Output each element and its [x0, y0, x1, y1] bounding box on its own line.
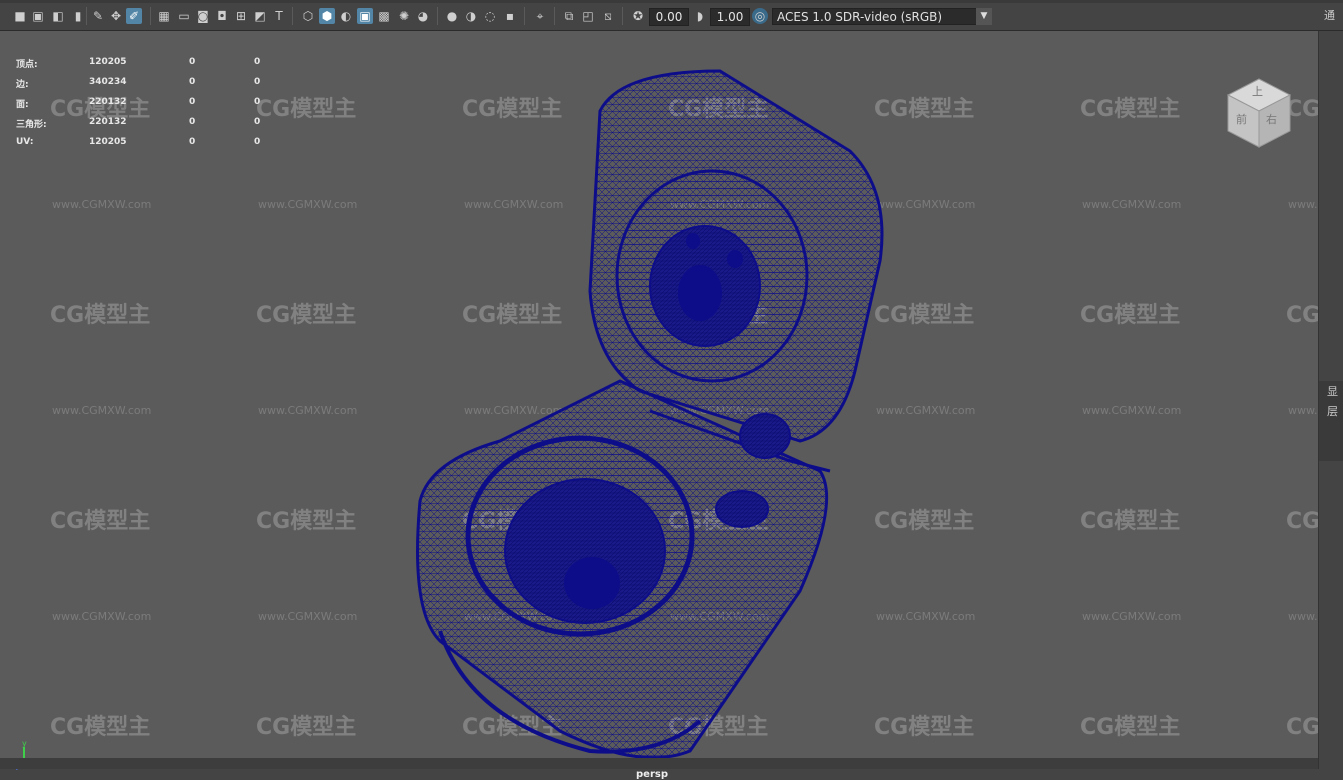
- hud-value: 0: [254, 57, 261, 67]
- separator: [86, 7, 87, 25]
- active-pen-icon[interactable]: ✐: [126, 8, 142, 24]
- xray-active2-icon[interactable]: ⧅: [600, 8, 616, 24]
- view-cube-top-label: 上: [1252, 85, 1263, 98]
- view-cube-front-label: 前: [1236, 113, 1247, 126]
- hud-value: 0: [254, 117, 261, 127]
- separator: [622, 7, 623, 25]
- panel-text-display[interactable]: 显: [1327, 383, 1338, 399]
- hud-value: 0: [254, 137, 261, 147]
- hud-label: 面:: [16, 100, 29, 110]
- xray-icon[interactable]: ▣: [357, 8, 373, 24]
- field-chart-icon[interactable]: ⊞: [233, 8, 249, 24]
- bottom-strip: [0, 758, 1318, 769]
- shadow-icon[interactable]: ◕: [415, 8, 431, 24]
- hud-value: 340234: [89, 77, 127, 87]
- view-cube-right-label: 右: [1266, 113, 1277, 126]
- hud-value: 120205: [89, 57, 127, 67]
- pen-icon[interactable]: ✎: [90, 8, 106, 24]
- motion-blur-icon[interactable]: ◑: [463, 8, 479, 24]
- wireframe-cube-icon[interactable]: ⬡: [300, 8, 316, 24]
- move-icon[interactable]: ✥: [108, 8, 124, 24]
- rice-cooker-wireframe: [416, 69, 884, 758]
- film-gate-icon[interactable]: ▭: [176, 8, 192, 24]
- hud-value: 0: [189, 137, 196, 147]
- hud-value: 220132: [89, 117, 127, 127]
- gamma-field[interactable]: 1.00: [710, 8, 750, 26]
- aa-icon[interactable]: ◌: [482, 8, 498, 24]
- xray-active-icon[interactable]: ◰: [580, 8, 596, 24]
- separator: [150, 7, 151, 25]
- shaded-cube-icon[interactable]: ⬢: [319, 8, 335, 24]
- hud-value: 220132: [89, 97, 127, 107]
- dof-icon[interactable]: ▪: [502, 8, 518, 24]
- exposure-icon[interactable]: ✪: [630, 8, 646, 24]
- hud-value: 0: [189, 97, 196, 107]
- camera-icon[interactable]: ■: [12, 8, 28, 24]
- gate-mask-icon[interactable]: ◘: [214, 8, 230, 24]
- ao-icon[interactable]: ●: [444, 8, 460, 24]
- hud-value: 120205: [89, 137, 127, 147]
- grid-icon[interactable]: ▦: [156, 8, 172, 24]
- hud-value: 0: [254, 97, 261, 107]
- hud-label: 边:: [16, 80, 29, 90]
- color-space-dropdown[interactable]: ACES 1.0 SDR-video (sRGB): [772, 8, 992, 25]
- viewport-toolbar: ■ ▣ ◧ ▮ ✎ ✥ ✐ ▦ ▭ ◙ ◘ ⊞ ◩ T ⬡ ⬢ ◐ ▣ ▩ ✺ …: [0, 0, 1343, 31]
- bookmark2-icon[interactable]: ▮: [70, 8, 86, 24]
- color-management-icon[interactable]: ◎: [752, 8, 768, 24]
- isolate-icon[interactable]: ⌖: [532, 8, 548, 24]
- hud-value: 0: [189, 57, 196, 67]
- light-icon[interactable]: ✺: [396, 8, 412, 24]
- hud-label: 三角形:: [16, 120, 47, 130]
- hud-label: UV:: [16, 137, 34, 147]
- hud-value: 0: [254, 77, 261, 87]
- separator: [524, 7, 525, 25]
- exposure-field[interactable]: 0.00: [649, 8, 689, 26]
- resolution-gate-icon[interactable]: ◙: [195, 8, 211, 24]
- axis-y-label: y: [22, 739, 27, 748]
- default-material-icon[interactable]: ◐: [338, 8, 354, 24]
- separator: [554, 7, 555, 25]
- camera-attr-icon[interactable]: ▣: [30, 8, 46, 24]
- panel-top-text: 通: [1324, 9, 1335, 22]
- chevron-down-icon[interactable]: ▼: [976, 8, 992, 25]
- panel-text-layer[interactable]: 层: [1327, 403, 1338, 419]
- xray-joints-icon[interactable]: ⧉: [561, 8, 577, 24]
- checker-icon[interactable]: ▩: [376, 8, 392, 24]
- menu-strip: [0, 0, 1343, 3]
- separator: [292, 7, 293, 25]
- separator: [437, 7, 438, 25]
- safe-action-icon[interactable]: ◩: [252, 8, 268, 24]
- safe-title-icon[interactable]: T: [271, 8, 287, 24]
- 3d-viewport[interactable]: CG模型主CG模型主CG模型主CG模型主CG模型主CG模型主CG模型主CG模型主…: [0, 31, 1343, 780]
- hud-value: 0: [189, 117, 196, 127]
- hud-label: 顶点:: [16, 60, 38, 70]
- right-side-panel: 通 显 层: [1318, 9, 1343, 769]
- body-mesh: [416, 379, 831, 758]
- camera-label: persp: [636, 769, 668, 780]
- hud-value: 0: [189, 77, 196, 87]
- gamma-icon[interactable]: ◗: [692, 8, 708, 24]
- bookmark-icon[interactable]: ◧: [50, 8, 66, 24]
- lid-mesh: [588, 69, 884, 443]
